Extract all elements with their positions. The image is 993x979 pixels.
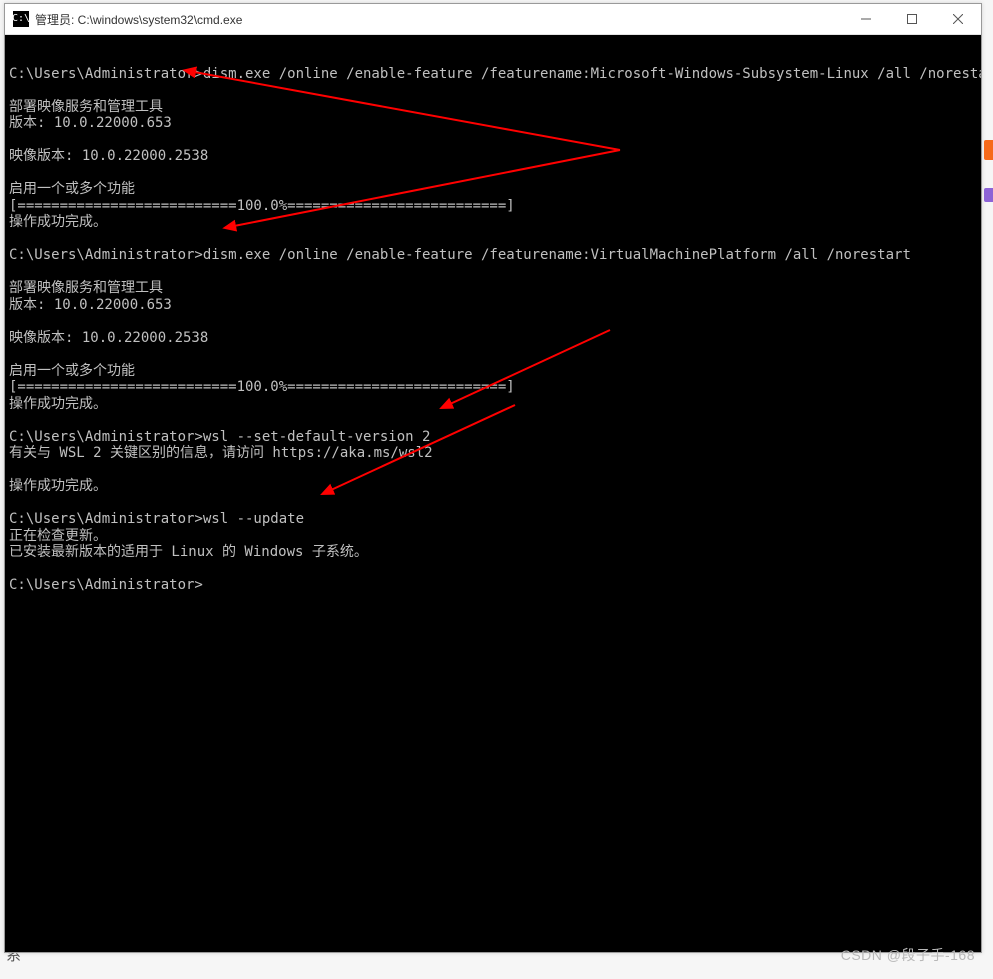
terminal-line: C:\Users\Administrator>dism.exe /online … [9, 66, 977, 83]
terminal-line [9, 82, 977, 99]
terminal-line [9, 561, 977, 578]
terminal-output[interactable]: C:\Users\Administrator>dism.exe /online … [5, 35, 981, 952]
watermark: CSDN @段子手-168 [841, 945, 975, 965]
window-title: 管理员: C:\windows\system32\cmd.exe [35, 11, 242, 28]
terminal-line: 启用一个或多个功能 [9, 363, 977, 380]
terminal-line: 启用一个或多个功能 [9, 181, 977, 198]
terminal-line: 映像版本: 10.0.22000.2538 [9, 330, 977, 347]
terminal-line [9, 264, 977, 281]
maximize-icon [907, 14, 917, 24]
terminal-line: 正在检查更新。 [9, 528, 977, 545]
terminal-line: 操作成功完成。 [9, 214, 977, 231]
close-icon [953, 14, 963, 24]
maximize-button[interactable] [889, 4, 935, 34]
terminal-line: [==========================100.0%=======… [9, 198, 977, 215]
terminal-line: 映像版本: 10.0.22000.2538 [9, 148, 977, 165]
close-button[interactable] [935, 4, 981, 34]
side-tab-orange [984, 140, 993, 160]
terminal-line [9, 231, 977, 248]
side-tab-purple [984, 188, 993, 202]
terminal-line [9, 132, 977, 149]
terminal-line [9, 462, 977, 479]
terminal-line [9, 165, 977, 182]
terminal-line: C:\Users\Administrator> [9, 577, 977, 594]
terminal-line [9, 495, 977, 512]
minimize-button[interactable] [843, 4, 889, 34]
terminal-line: C:\Users\Administrator>wsl --update [9, 511, 977, 528]
terminal-line [9, 412, 977, 429]
terminal-line: [==========================100.0%=======… [9, 379, 977, 396]
terminal-line [9, 346, 977, 363]
terminal-line: 操作成功完成。 [9, 478, 977, 495]
terminal-line: C:\Users\Administrator>dism.exe /online … [9, 247, 977, 264]
terminal-line: 操作成功完成。 [9, 396, 977, 413]
terminal-line: 已安装最新版本的适用于 Linux 的 Windows 子系统。 [9, 544, 977, 561]
terminal-line: 部署映像服务和管理工具 [9, 280, 977, 297]
cmd-window: C:\ 管理员: C:\windows\system32\cmd.exe C:\… [4, 3, 982, 953]
terminal-line: 有关与 WSL 2 关键区别的信息，请访问 https://aka.ms/wsl… [9, 445, 977, 462]
terminal-line [9, 313, 977, 330]
terminal-line: C:\Users\Administrator>wsl --set-default… [9, 429, 977, 446]
terminal-line [9, 49, 977, 66]
terminal-line: 版本: 10.0.22000.653 [9, 115, 977, 132]
app-icon: C:\ [13, 11, 29, 27]
titlebar[interactable]: C:\ 管理员: C:\windows\system32\cmd.exe [5, 4, 981, 35]
minimize-icon [861, 14, 871, 24]
terminal-line: 版本: 10.0.22000.653 [9, 297, 977, 314]
terminal-line: 部署映像服务和管理工具 [9, 99, 977, 116]
